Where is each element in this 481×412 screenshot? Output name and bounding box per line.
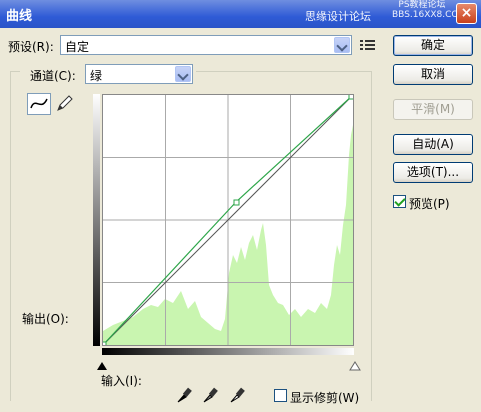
white-point-slider[interactable] [349, 361, 361, 371]
show-clipping-label: 显示修剪(W) [290, 391, 360, 405]
group-border-top-right [196, 71, 372, 72]
black-point-slider[interactable] [96, 361, 108, 371]
window-title: 曲线 [6, 9, 33, 24]
gray-eyedropper-icon[interactable] [202, 386, 218, 404]
group-border-left [10, 71, 11, 401]
curve-graph[interactable] [102, 94, 354, 346]
preview-checkbox[interactable] [393, 195, 406, 208]
preset-label: 预设(R): [8, 40, 54, 54]
curve-graph-canvas [103, 95, 353, 345]
preview-label: 预览(P) [409, 197, 450, 211]
channel-value: 绿 [90, 69, 103, 83]
watermark-url: PS教程论坛 BBS.16XX8.COM [392, 0, 467, 20]
black-eyedropper-icon[interactable] [176, 386, 192, 404]
pencil-tool[interactable] [54, 93, 78, 115]
channel-select[interactable]: 绿 [85, 64, 193, 84]
channel-label: 通道(C): [30, 69, 76, 83]
curve-point-midtone[interactable] [233, 199, 240, 206]
output-gradient-bar [93, 94, 100, 346]
show-clipping-checkbox[interactable] [274, 389, 287, 402]
white-eyedropper-icon[interactable] [229, 386, 245, 404]
group-border-right [371, 71, 372, 401]
input-label: 输入(I): [101, 374, 142, 388]
curve-point-highlight[interactable] [348, 95, 353, 100]
preset-select[interactable]: 自定 [60, 35, 352, 55]
ok-button[interactable]: 确定 [393, 35, 473, 56]
list-menu-icon[interactable] [360, 38, 376, 52]
smooth-button[interactable]: 平滑(M) [393, 99, 473, 120]
output-label: 输出(O): [22, 312, 69, 326]
watermark-text: 思缘设计论坛 [305, 10, 371, 23]
options-button[interactable]: 选项(T)... [393, 162, 473, 183]
input-gradient-bar [102, 348, 354, 355]
auto-button[interactable]: 自动(A) [393, 134, 473, 155]
close-button[interactable]: × [456, 3, 477, 24]
title-bar: 曲线 思缘设计论坛 PS教程论坛 BBS.16XX8.COM × [0, 0, 481, 28]
curve-point-shadow[interactable] [103, 341, 107, 345]
cancel-button[interactable]: 取消 [393, 64, 473, 85]
chevron-down-icon [175, 66, 191, 82]
close-icon: × [460, 5, 473, 21]
curve-point-tool[interactable] [27, 93, 51, 115]
pencil-icon [57, 95, 73, 111]
preset-value: 自定 [65, 40, 90, 54]
chevron-down-icon [334, 37, 350, 53]
group-border-top-left [10, 71, 20, 72]
curve-icon [30, 98, 48, 109]
